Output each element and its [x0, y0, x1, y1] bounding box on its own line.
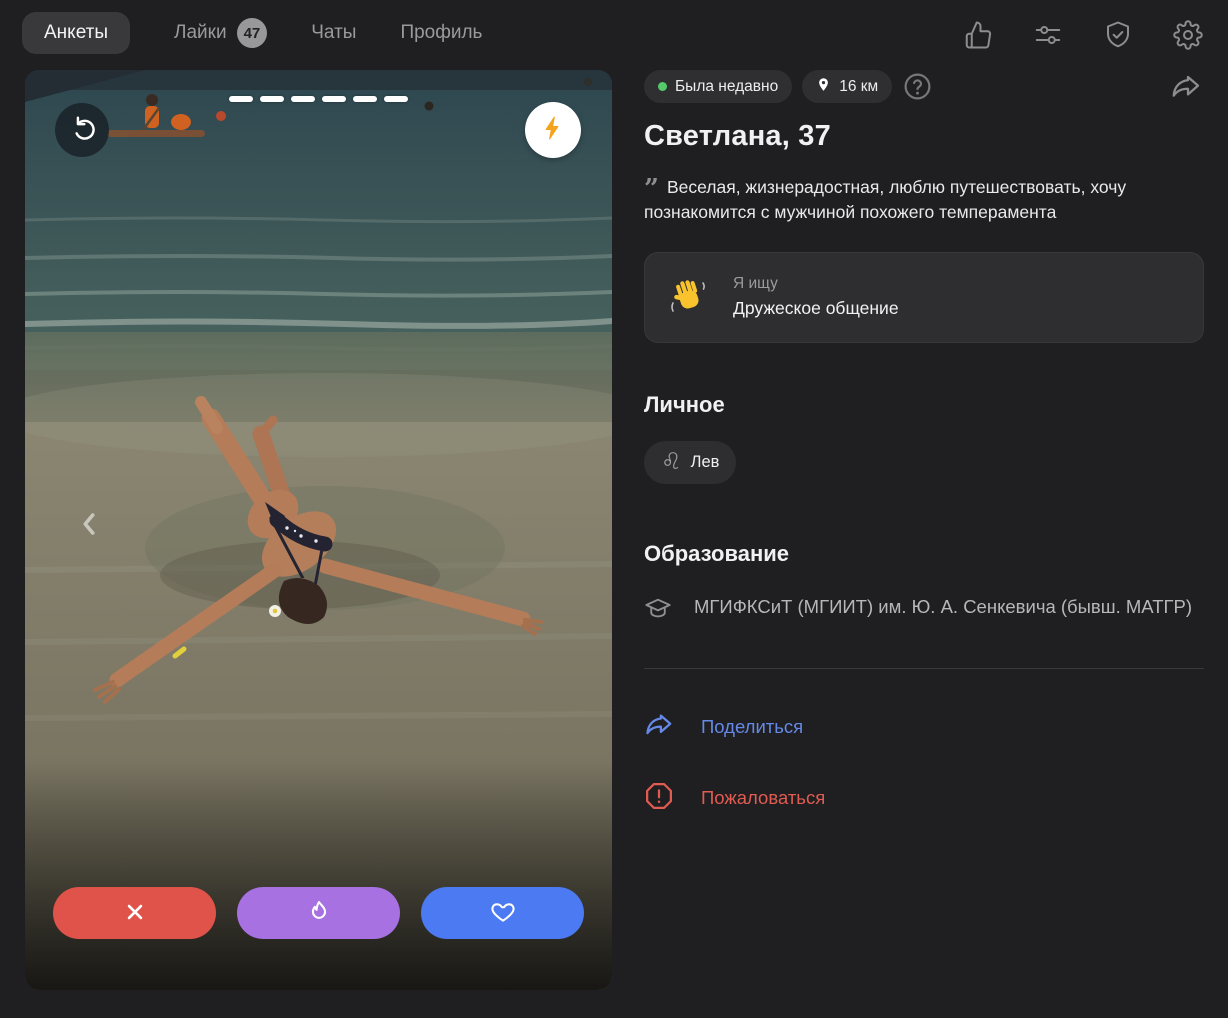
- lightning-icon: [540, 115, 566, 146]
- photo-dot[interactable]: [291, 96, 315, 102]
- online-dot-icon: [658, 82, 667, 91]
- question-circle-icon: [902, 73, 933, 106]
- share-arrow-icon: [1170, 75, 1202, 107]
- tab-likes[interactable]: Лайки 47: [174, 18, 268, 48]
- share-link-label: Поделиться: [701, 716, 804, 738]
- tab-profile[interactable]: Профиль: [400, 22, 482, 44]
- rotate-ccw-icon: [68, 114, 96, 147]
- photo-dot[interactable]: [260, 96, 284, 102]
- heart-icon: [490, 899, 516, 928]
- report-link-label: Пожаловаться: [701, 787, 826, 809]
- previous-photo-button[interactable]: [71, 506, 107, 542]
- chevron-left-icon: [71, 513, 107, 546]
- profile-quote: ” Веселая, жизнерадостная, люблю путешест…: [644, 175, 1204, 226]
- dislike-button[interactable]: [53, 887, 216, 939]
- waving-hand-emoji: [667, 275, 711, 319]
- location-pin-icon: [816, 77, 831, 97]
- gear-icon[interactable]: [1172, 19, 1204, 51]
- flame-icon: [306, 899, 332, 928]
- x-icon: [122, 899, 148, 928]
- distance-badge: 16 км: [802, 70, 893, 103]
- zodiac-label: Лев: [690, 452, 720, 471]
- photo-progress-dots: [25, 96, 612, 102]
- share-arrow-icon: [644, 710, 674, 745]
- divider: [644, 667, 1204, 669]
- shield-check-icon[interactable]: [1102, 19, 1134, 51]
- distance-help-button[interactable]: [902, 71, 933, 102]
- boost-button[interactable]: [525, 102, 581, 158]
- quote-text: Веселая, жизнерадостная, люблю путешеств…: [644, 177, 1127, 223]
- badges-row: Была недавно 16 км: [644, 70, 1204, 103]
- tab-profiles[interactable]: Анкеты: [22, 12, 130, 54]
- zodiac-badge[interactable]: ♌ Лев: [644, 440, 737, 484]
- distance-label: 16 км: [839, 77, 879, 95]
- looking-for-card[interactable]: Я ищу Дружеское общение: [644, 251, 1204, 343]
- sliders-icon[interactable]: [1032, 19, 1064, 51]
- top-navigation: Анкеты Лайки 47 Чаты Профиль: [0, 0, 1228, 54]
- education-value: МГИФКСиТ (МГИИТ) им. Ю. А. Сенкевича (бы…: [694, 595, 1193, 617]
- section-title-personal: Личное: [644, 391, 725, 417]
- main-content: Была недавно 16 км Светлана, 37 ” Весела…: [0, 70, 1228, 990]
- share-profile-button-top[interactable]: [1170, 71, 1202, 103]
- photo-dot[interactable]: [229, 96, 253, 102]
- likes-count-badge: 47: [236, 18, 268, 48]
- report-link[interactable]: Пожаловаться: [644, 781, 1204, 816]
- dating-app-page: Анкеты Лайки 47 Чаты Профиль Была недавн…: [0, 0, 1228, 1018]
- photo-dot[interactable]: [353, 96, 377, 102]
- like-button[interactable]: [421, 887, 584, 939]
- photo-dot[interactable]: [322, 96, 346, 102]
- section-title-education: Образование: [644, 540, 789, 566]
- tab-chats[interactable]: Чаты: [311, 22, 356, 44]
- nav-icons: [962, 19, 1204, 51]
- report-octagon-icon: [644, 781, 674, 816]
- tab-likes-label: Лайки: [174, 22, 227, 43]
- action-buttons: [25, 887, 612, 939]
- profile-photo-card: [25, 70, 612, 990]
- leo-zodiac-icon: ♌: [661, 448, 682, 475]
- thumbs-up-icon[interactable]: [962, 19, 994, 51]
- online-status-label: Была недавно: [675, 77, 779, 95]
- profile-name-age: Светлана, 37: [644, 120, 831, 152]
- profile-info-panel: Была недавно 16 км Светлана, 37 ” Весела…: [644, 70, 1204, 990]
- share-link[interactable]: Поделиться: [644, 710, 1204, 745]
- education-row: МГИФКСиТ (МГИИТ) им. Ю. А. Сенкевича (бы…: [644, 593, 1204, 628]
- looking-for-texts: Я ищу Дружеское общение: [733, 275, 899, 319]
- superlike-button[interactable]: [237, 887, 400, 939]
- looking-for-value: Дружеское общение: [733, 298, 899, 319]
- online-status-badge: Была недавно: [644, 70, 793, 103]
- rewind-button[interactable]: [55, 103, 109, 157]
- beach-photo: [25, 70, 612, 990]
- graduation-cap-icon: [644, 593, 672, 628]
- photo-dot[interactable]: [384, 96, 408, 102]
- looking-for-label: Я ищу: [733, 275, 778, 293]
- quote-icon: ”: [644, 174, 659, 204]
